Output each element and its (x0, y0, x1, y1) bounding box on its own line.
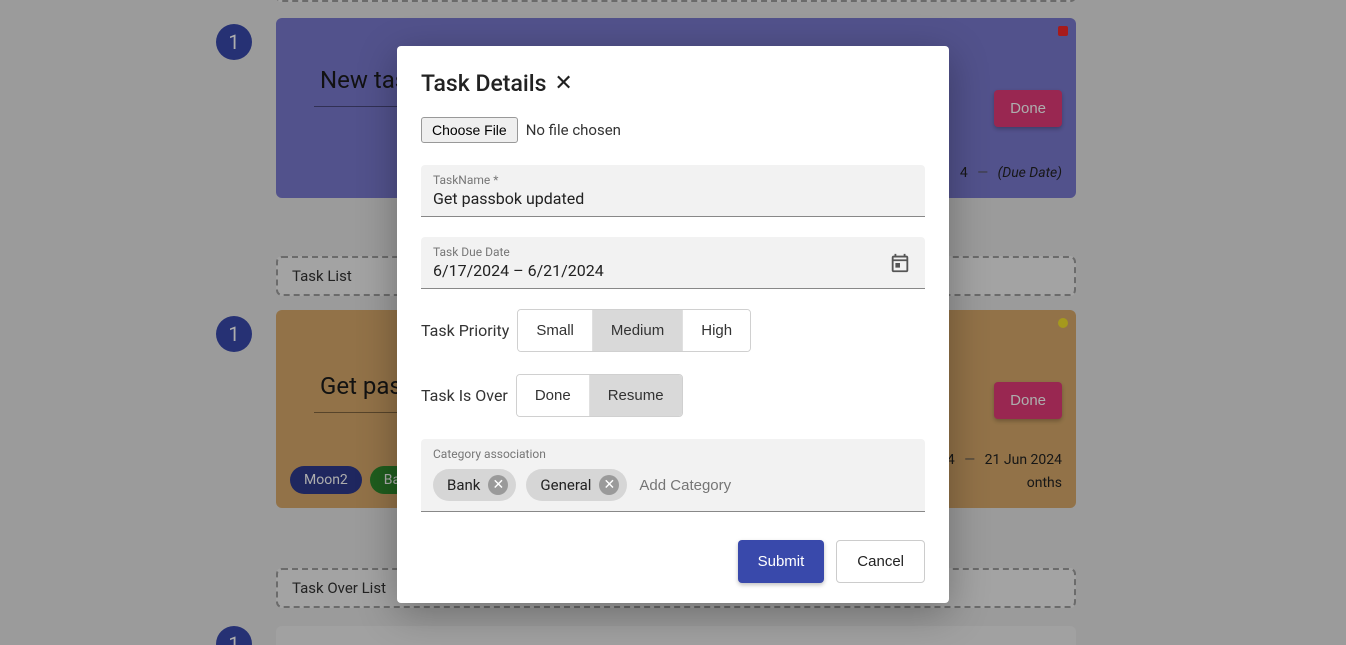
category-label: Category association (433, 447, 913, 461)
duedate-input[interactable]: 6/17/2024 – 6/21/2024 (433, 261, 604, 280)
category-field[interactable]: Category association Bank ✕ General ✕ (421, 439, 925, 512)
modal-actions: Submit Cancel (421, 540, 925, 583)
category-chip-bank-label: Bank (447, 476, 480, 494)
priority-medium-button[interactable]: Medium (593, 310, 683, 351)
choose-file-button[interactable]: Choose File (421, 117, 518, 143)
file-status-text: No file chosen (526, 121, 621, 139)
priority-row: Task Priority Small Medium High (421, 309, 925, 352)
cancel-button[interactable]: Cancel (836, 540, 925, 583)
category-chip-general[interactable]: General ✕ (526, 469, 627, 501)
remove-chip-icon[interactable]: ✕ (599, 475, 619, 495)
file-upload-row: Choose File No file chosen (421, 117, 925, 143)
isover-label: Task Is Over (421, 386, 508, 405)
isover-resume-button[interactable]: Resume (590, 375, 682, 416)
priority-toggle-group: Small Medium High (517, 309, 751, 352)
taskname-label: TaskName * (433, 173, 913, 187)
priority-small-button[interactable]: Small (518, 310, 593, 351)
isover-row: Task Is Over Done Resume (421, 374, 925, 417)
modal-header: Task Details ✕ (421, 70, 925, 97)
isover-done-button[interactable]: Done (517, 375, 590, 416)
task-details-modal: Task Details ✕ Choose File No file chose… (397, 46, 949, 603)
modal-title: Task Details (421, 70, 546, 97)
category-chip-list: Bank ✕ General ✕ (433, 469, 913, 501)
category-chip-general-label: General (540, 476, 591, 494)
priority-high-button[interactable]: High (683, 310, 750, 351)
category-chip-bank[interactable]: Bank ✕ (433, 469, 516, 501)
duedate-label: Task Due Date (433, 245, 913, 259)
taskname-input[interactable]: Get passbok updated (433, 189, 584, 208)
taskname-field[interactable]: TaskName * Get passbok updated (421, 165, 925, 217)
category-add-input[interactable] (637, 473, 840, 498)
duedate-field[interactable]: Task Due Date 6/17/2024 – 6/21/2024 (421, 237, 925, 289)
priority-label: Task Priority (421, 321, 509, 340)
calendar-icon[interactable] (889, 252, 911, 274)
submit-button[interactable]: Submit (738, 540, 825, 583)
remove-chip-icon[interactable]: ✕ (488, 475, 508, 495)
isover-toggle-group: Done Resume (516, 374, 683, 417)
close-icon[interactable]: ✕ (554, 73, 572, 95)
